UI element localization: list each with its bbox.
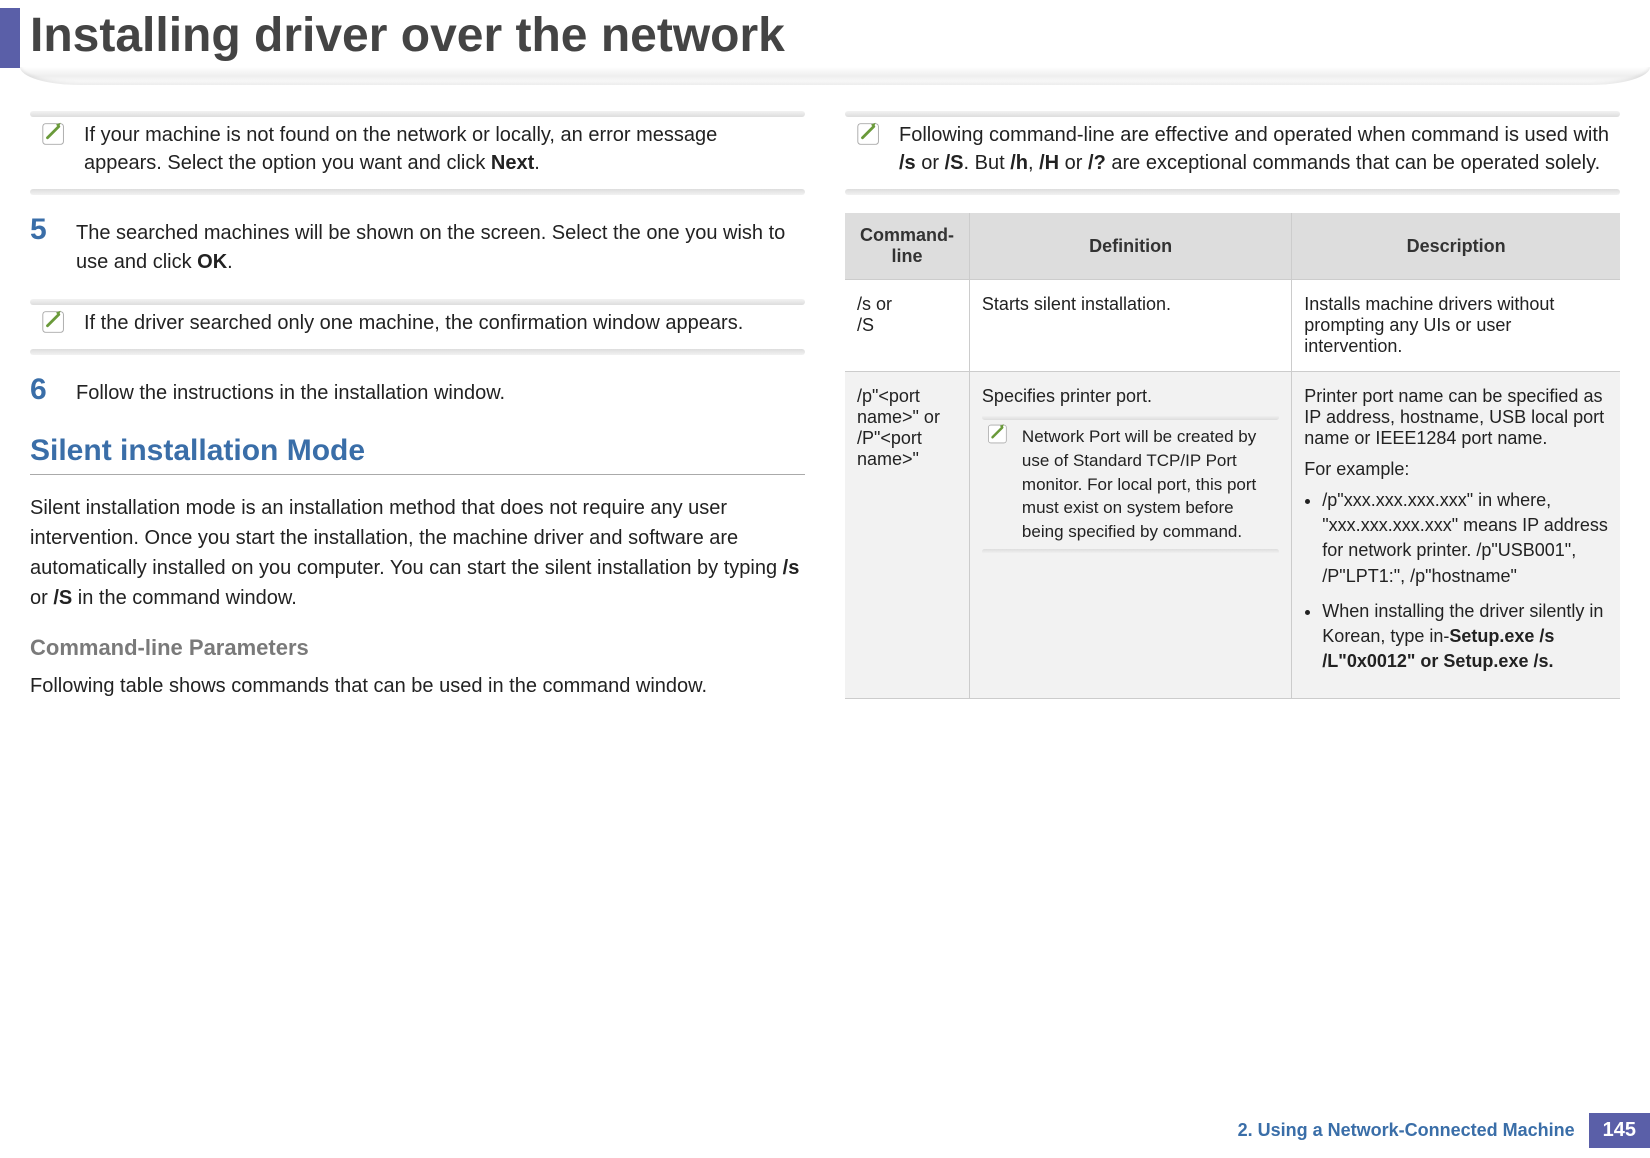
th-description: Description — [1292, 213, 1620, 280]
cell-p-desc: Printer port name can be specified as IP… — [1292, 372, 1620, 699]
list-item: /p"xxx.xxx.xxx.xxx" in where, "xxx.xxx.x… — [1322, 488, 1608, 589]
note-icon — [40, 307, 70, 337]
step-text: The searched machines will be shown on t… — [76, 213, 805, 277]
table-row: /s or /S Starts silent installation. Ins… — [845, 280, 1620, 372]
paragraph-silent-mode: Silent installation mode is an installat… — [30, 493, 805, 613]
cell-s-def: Starts silent installation. — [969, 280, 1291, 372]
note-text: If the driver searched only one machine,… — [84, 309, 795, 337]
footer-chapter: 2. Using a Network-Connected Machine — [1238, 1120, 1589, 1141]
cell-p-flag: /p"<port name>" or /P"<port name>" — [845, 372, 969, 699]
cell-s-desc: Installs machine drivers without prompti… — [1292, 280, 1620, 372]
example-list: /p"xxx.xxx.xxx.xxx" in where, "xxx.xxx.x… — [1304, 488, 1608, 674]
content-columns: If your machine is not found on the netw… — [0, 85, 1650, 723]
table-header-row: Command- line Definition Description — [845, 213, 1620, 280]
note-icon — [855, 119, 885, 149]
list-item: When installing the driver silently in K… — [1322, 599, 1608, 675]
header-divider — [20, 67, 1650, 85]
note-one-machine: If the driver searched only one machine,… — [30, 303, 805, 351]
note-text: If your machine is not found on the netw… — [84, 121, 795, 177]
cmdline-table: Command- line Definition Description /s … — [845, 213, 1620, 699]
step-number: 5 — [30, 213, 56, 277]
note-icon — [986, 421, 1012, 447]
step-number: 6 — [30, 373, 56, 408]
cell-s-flag: /s or /S — [845, 280, 969, 372]
paragraph-cmd-table-intro: Following table shows commands that can … — [30, 671, 805, 701]
footer-page-number: 145 — [1589, 1113, 1650, 1148]
page-footer: 2. Using a Network-Connected Machine 145 — [1238, 1113, 1650, 1148]
note-cmdline-effective: Following command-line are effective and… — [845, 115, 1620, 191]
note-icon — [40, 119, 70, 149]
page-title: Installing driver over the network — [0, 0, 1650, 67]
step-6: 6 Follow the instructions in the install… — [30, 373, 805, 408]
th-definition: Definition — [969, 213, 1291, 280]
th-command-line: Command- line — [845, 213, 969, 280]
note-machine-not-found: If your machine is not found on the netw… — [30, 115, 805, 191]
note-text: Following command-line are effective and… — [899, 121, 1610, 177]
subheading-silent-mode: Silent installation Mode — [30, 434, 805, 475]
table-row: /p"<port name>" or /P"<port name>" Speci… — [845, 372, 1620, 699]
step-text: Follow the instructions in the installat… — [76, 373, 505, 408]
note-text: Network Port will be created by use of S… — [1022, 425, 1273, 544]
page-header: Installing driver over the network — [0, 0, 1650, 85]
cell-p-def: Specifies printer port. Network Port wil… — [969, 372, 1291, 699]
left-column: If your machine is not found on the netw… — [30, 115, 805, 723]
header-accent-bar — [0, 8, 20, 68]
note-network-port: Network Port will be created by use of S… — [982, 419, 1279, 550]
right-column: Following command-line are effective and… — [845, 115, 1620, 723]
step-5: 5 The searched machines will be shown on… — [30, 213, 805, 277]
subsubheading-cmd-params: Command-line Parameters — [30, 635, 805, 661]
